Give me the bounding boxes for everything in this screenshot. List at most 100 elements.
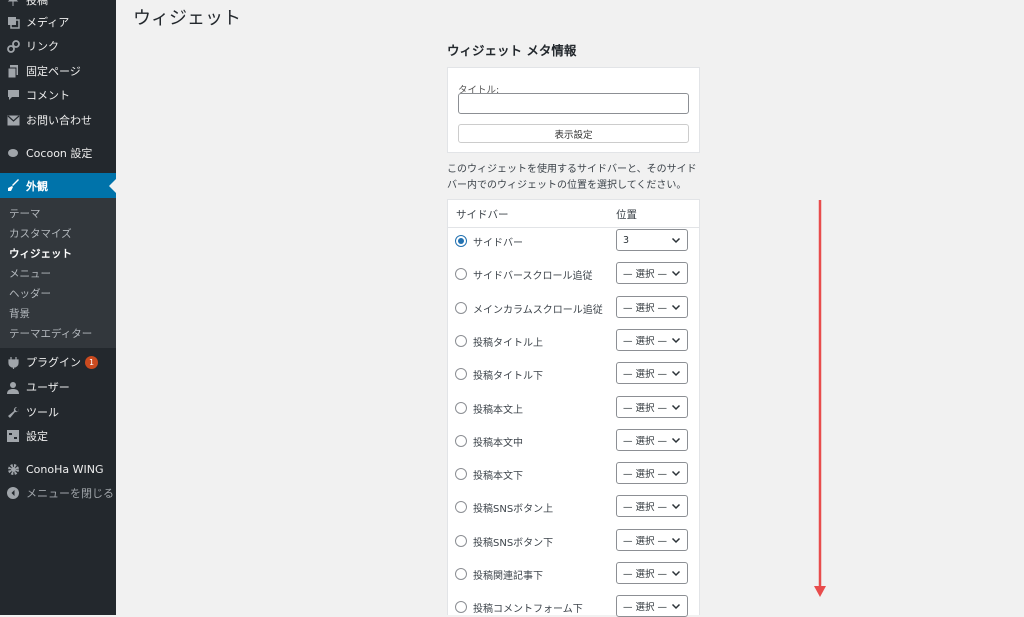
submenu-item-menus[interactable]: メニュー <box>9 266 51 281</box>
sidebar-item-settings[interactable]: 設定 <box>0 424 116 448</box>
page-title: ウィジェット <box>133 8 241 29</box>
sidebar-radio[interactable] <box>455 568 467 580</box>
sidebar-item-label: プラグイン <box>26 356 81 369</box>
gear-icon <box>6 462 20 476</box>
sidebar-option-label[interactable]: 投稿本文中 <box>473 434 523 449</box>
settings-icon <box>6 429 20 443</box>
sidebar-item-users[interactable]: ユーザー <box>0 375 116 399</box>
cocoon-icon <box>6 146 20 160</box>
chevron-down-icon <box>671 304 681 310</box>
scroll-down-arrow <box>814 200 826 597</box>
sidebar-item-media[interactable]: メディア <box>0 10 116 34</box>
sidebar-option-label[interactable]: サイドバースクロール追従 <box>473 267 593 282</box>
sidebar-option-label[interactable]: 投稿タイトル下 <box>473 367 543 382</box>
admin-sidebar: テーマ カスタマイズ ウィジェット メニュー ヘッダー 背景 テーマエディター … <box>0 0 116 615</box>
sidebar-item-label: ConoHa WING <box>26 462 104 476</box>
sidebar-item-collapse[interactable]: メニューを閉じる <box>0 481 116 505</box>
sidebar-option-label[interactable]: サイドバー <box>473 234 523 249</box>
sidebar-item-plugins[interactable]: プラグイン 1 <box>0 350 116 374</box>
position-select-value: — 選択 — <box>623 269 668 281</box>
position-select[interactable]: — 選択 — <box>616 262 688 285</box>
column-header-position: 位置 <box>616 209 637 221</box>
sidebar-item-label: ツール <box>26 406 59 419</box>
chevron-down-icon <box>671 570 681 577</box>
position-select[interactable]: — 選択 — <box>616 395 688 418</box>
position-select[interactable]: 3 <box>616 229 688 251</box>
chevron-down-icon <box>671 537 681 543</box>
sidebar-item-pages[interactable]: 固定ページ <box>0 59 116 83</box>
mail-icon <box>6 113 20 127</box>
sidebar-item-links[interactable]: リンク <box>0 34 116 58</box>
sidebar-option-label[interactable]: 投稿タイトル上 <box>473 334 543 349</box>
sidebar-radio[interactable] <box>455 501 467 514</box>
sidebar-item-cocoon[interactable]: Cocoon 設定 <box>0 141 116 165</box>
sidebar-radio[interactable] <box>455 301 467 314</box>
user-icon <box>6 380 20 394</box>
position-select[interactable]: — 選択 — <box>616 328 688 351</box>
update-count-badge: 1 <box>85 355 98 369</box>
sidebar-option-label[interactable]: 投稿関連記事下 <box>473 567 543 582</box>
chevron-down-icon <box>671 504 681 510</box>
comment-icon <box>6 88 20 102</box>
sidebar-option-label[interactable]: 投稿本文下 <box>473 467 523 482</box>
sidebar-radio[interactable] <box>455 268 467 281</box>
submenu-item-theme[interactable]: テーマ <box>9 206 41 221</box>
media-icon <box>6 15 20 29</box>
sidebar-item-appearance[interactable]: 外観 <box>0 173 116 198</box>
sidebar-radio[interactable] <box>455 334 467 347</box>
position-select[interactable]: — 選択 — <box>616 495 688 518</box>
sidebar-radio[interactable] <box>455 235 467 247</box>
position-select[interactable]: — 選択 — <box>616 295 688 318</box>
widget-settings-box: タイトル: 表示設定 <box>447 67 700 153</box>
position-select-value: — 選択 — <box>623 469 668 481</box>
position-select[interactable]: — 選択 — <box>616 562 688 584</box>
sidebar-item-contact[interactable]: お問い合わせ <box>0 108 116 132</box>
column-header-sidebar: サイドバー <box>456 209 509 221</box>
chevron-down-icon <box>671 404 681 410</box>
sidebar-option-label[interactable]: 投稿コメントフォーム下 <box>473 600 583 615</box>
position-select[interactable]: — 選択 — <box>616 362 688 385</box>
submenu-item-customize[interactable]: カスタマイズ <box>9 226 72 241</box>
wrench-icon <box>6 405 20 419</box>
page-icon <box>6 64 20 78</box>
position-select[interactable]: — 選択 — <box>616 595 688 617</box>
sidebar-item-tools[interactable]: ツール <box>0 400 116 424</box>
sidebar-radio[interactable] <box>455 468 467 481</box>
chevron-down-icon <box>671 337 681 343</box>
position-select[interactable]: — 選択 — <box>616 528 688 551</box>
sidebar-radio[interactable] <box>455 534 467 547</box>
chevron-down-icon <box>671 271 681 277</box>
widget-heading: ウィジェット メタ情報 <box>447 43 577 58</box>
sidebar-item-label: メニューを閉じる <box>26 487 114 500</box>
position-select-value: — 選択 — <box>623 302 668 314</box>
sidebar-radio[interactable] <box>455 401 467 414</box>
position-select-value: — 選択 — <box>623 402 668 414</box>
sidebar-item-conoha[interactable]: ConoHa WING <box>0 457 116 481</box>
display-settings-button[interactable]: 表示設定 <box>458 124 689 143</box>
sidebar-option-label[interactable]: 投稿SNSボタン下 <box>473 534 553 549</box>
sidebar-radio[interactable] <box>455 601 467 614</box>
sidebar-option-label[interactable]: 投稿SNSボタン上 <box>473 500 553 515</box>
appearance-submenu: テーマ カスタマイズ ウィジェット メニュー ヘッダー 背景 テーマエディター <box>0 198 116 348</box>
sidebar-item-comments[interactable]: コメント <box>0 83 116 107</box>
sidebar-option-label[interactable]: 投稿本文上 <box>473 401 523 416</box>
position-select[interactable]: — 選択 — <box>616 462 688 485</box>
link-icon <box>6 39 20 53</box>
sidebar-item-label: Cocoon 設定 <box>26 147 93 160</box>
chevron-down-icon <box>671 471 681 477</box>
sidebar-radio[interactable] <box>455 368 467 381</box>
sidebar-item-label: ユーザー <box>26 381 70 394</box>
sidebar-option-label[interactable]: メインカラムスクロール追従 <box>473 301 603 316</box>
submenu-item-background[interactable]: 背景 <box>9 306 30 321</box>
title-input[interactable] <box>458 93 689 114</box>
sidebar-radio[interactable] <box>455 434 467 447</box>
position-select-value: — 選択 — <box>623 535 668 547</box>
submenu-item-widgets[interactable]: ウィジェット <box>9 246 72 261</box>
chevron-down-icon <box>671 237 681 244</box>
submenu-item-header[interactable]: ヘッダー <box>9 286 51 301</box>
sidebar-item-label: 外観 <box>26 179 48 193</box>
position-select[interactable]: — 選択 — <box>616 428 688 451</box>
pin-icon <box>6 0 20 7</box>
position-select-value: — 選択 — <box>623 435 668 447</box>
submenu-item-theme-editor[interactable]: テーマエディター <box>9 326 92 341</box>
